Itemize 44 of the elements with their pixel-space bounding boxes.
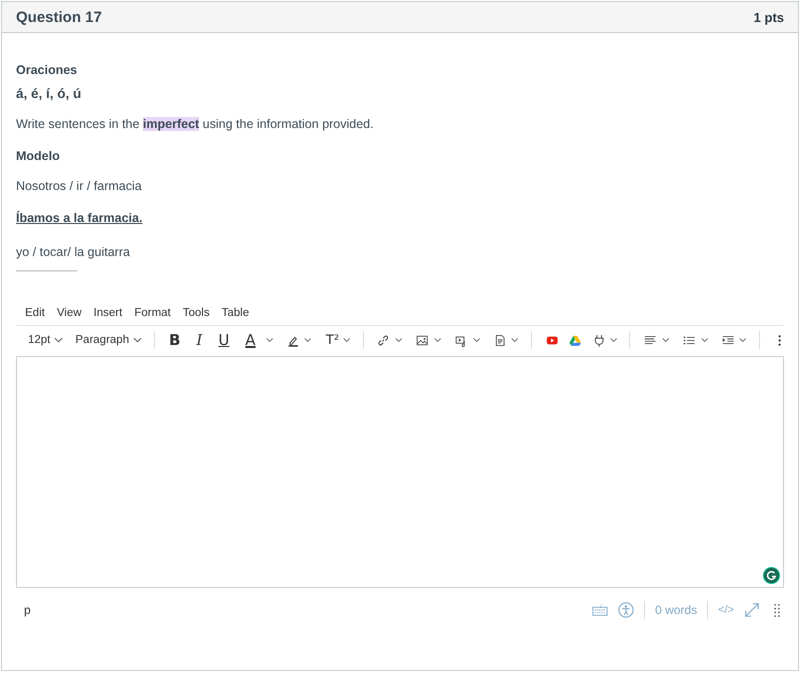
caret-icon[interactable] xyxy=(739,337,747,343)
resize-grip-icon[interactable] xyxy=(774,604,780,616)
instruction-text: Write sentences in the imperfect using the information provided. xyxy=(16,117,375,131)
font-size-dropdown[interactable]: 12pt xyxy=(22,334,70,346)
model-answer: Íbamos a la farmacia. xyxy=(16,211,144,225)
more-icon[interactable] xyxy=(778,332,781,348)
question-title: Question 17 xyxy=(16,8,102,26)
menu-item[interactable]: Insert xyxy=(88,307,128,319)
answer-blank: __________ xyxy=(16,261,78,271)
model-heading: Modelo xyxy=(16,149,61,163)
menu-item[interactable]: Tools xyxy=(178,307,215,319)
link-icon[interactable] xyxy=(377,332,390,348)
caret-icon[interactable] xyxy=(472,337,480,343)
model-prompt: Nosotros / ir / farmacia xyxy=(16,179,143,193)
section-heading: Oraciones xyxy=(16,63,78,77)
underline-button[interactable]: U xyxy=(210,331,238,349)
italic-button[interactable]: I xyxy=(188,331,210,349)
word-count: 0 words xyxy=(655,603,698,617)
caret-icon[interactable] xyxy=(304,337,312,343)
menu-item[interactable]: Edit xyxy=(20,307,50,319)
caret-icon xyxy=(133,337,142,343)
plug-icon[interactable] xyxy=(592,332,605,348)
bold-button[interactable]: B xyxy=(160,331,188,349)
caret-icon[interactable] xyxy=(610,337,618,343)
caret-icon[interactable] xyxy=(511,337,519,343)
grammar-check-icon[interactable] xyxy=(762,566,781,585)
superscript-button[interactable]: T² xyxy=(318,332,342,348)
text-color-button[interactable]: A xyxy=(237,331,264,349)
points-label: 1 pts xyxy=(754,10,784,24)
document-icon[interactable] xyxy=(494,332,506,348)
caret-icon[interactable] xyxy=(434,337,442,343)
element-path[interactable]: p xyxy=(20,603,31,617)
accent-letters: á, é, í, ó, ú xyxy=(16,86,82,101)
menu-item[interactable]: Table xyxy=(216,307,254,319)
caret-icon[interactable] xyxy=(394,337,402,343)
caret-icon[interactable] xyxy=(343,337,350,343)
menu-item[interactable]: Format xyxy=(129,307,176,319)
caret-icon[interactable] xyxy=(662,337,670,343)
block-format-dropdown[interactable]: Paragraph xyxy=(69,334,148,346)
menu-item[interactable]: View xyxy=(52,307,87,319)
caret-icon[interactable] xyxy=(700,337,708,343)
caret-icon xyxy=(54,337,64,343)
caret-icon[interactable] xyxy=(266,337,274,343)
question-prompt: yo / tocar/ la guitarra xyxy=(16,245,131,259)
